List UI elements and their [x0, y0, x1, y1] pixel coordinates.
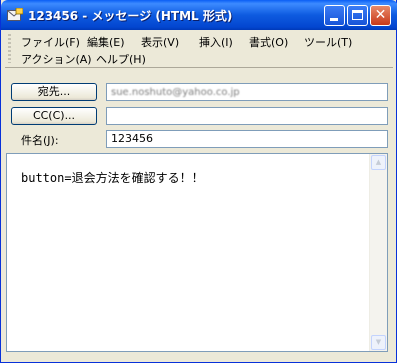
menu-actions[interactable]: アクション(A) [21, 51, 92, 67]
toolbar-grip-handle[interactable] [8, 34, 11, 63]
menu-tools[interactable]: ツール(T) [304, 34, 352, 50]
menu-edit[interactable]: 編集(E) [87, 34, 125, 50]
minimize-icon [330, 18, 338, 21]
cc-button[interactable]: CC(C)... [11, 107, 97, 125]
title-bar[interactable]: 123456 - メッセージ (HTML 形式) ✕ [1, 0, 397, 30]
maximize-icon [352, 10, 363, 20]
menu-insert[interactable]: 挿入(I) [199, 34, 233, 50]
to-button[interactable]: 宛先... [11, 83, 97, 101]
to-field[interactable]: sue.noshuto@yahoo.co.jp [106, 83, 388, 101]
maximize-button[interactable] [347, 5, 368, 26]
scroll-up-arrow-icon[interactable]: ▲ [371, 155, 386, 170]
menu-file[interactable]: ファイル(F) [21, 34, 80, 50]
to-field-value: sue.noshuto@yahoo.co.jp [111, 87, 240, 98]
cc-field[interactable] [106, 107, 388, 125]
message-body-text: button=退会方法を確認する！！ [21, 171, 204, 185]
minimize-button[interactable] [324, 5, 345, 26]
menu-view[interactable]: 表示(V) [141, 34, 179, 50]
close-button[interactable]: ✕ [370, 5, 391, 26]
menu-format[interactable]: 書式(O) [249, 34, 288, 50]
message-body-editor[interactable]: button=退会方法を確認する！！ ▲ ▼ [6, 153, 388, 352]
menu-bar: ファイル(F) 編集(E) 表示(V) 挿入(I) 書式(O) ツール(T) ア… [5, 31, 393, 68]
window-title: 123456 - メッセージ (HTML 形式) [28, 9, 233, 23]
mail-envelope-icon [7, 8, 23, 21]
subject-field[interactable]: 123456 [106, 130, 388, 148]
scroll-down-arrow-icon[interactable]: ▼ [371, 335, 386, 350]
vertical-scrollbar[interactable]: ▲ ▼ [369, 154, 387, 351]
message-window: 123456 - メッセージ (HTML 形式) ✕ ファイル(F) 編集(E)… [0, 0, 397, 363]
menu-help[interactable]: ヘルプ(H) [96, 51, 146, 67]
subject-label: 件名(J): [21, 134, 59, 147]
